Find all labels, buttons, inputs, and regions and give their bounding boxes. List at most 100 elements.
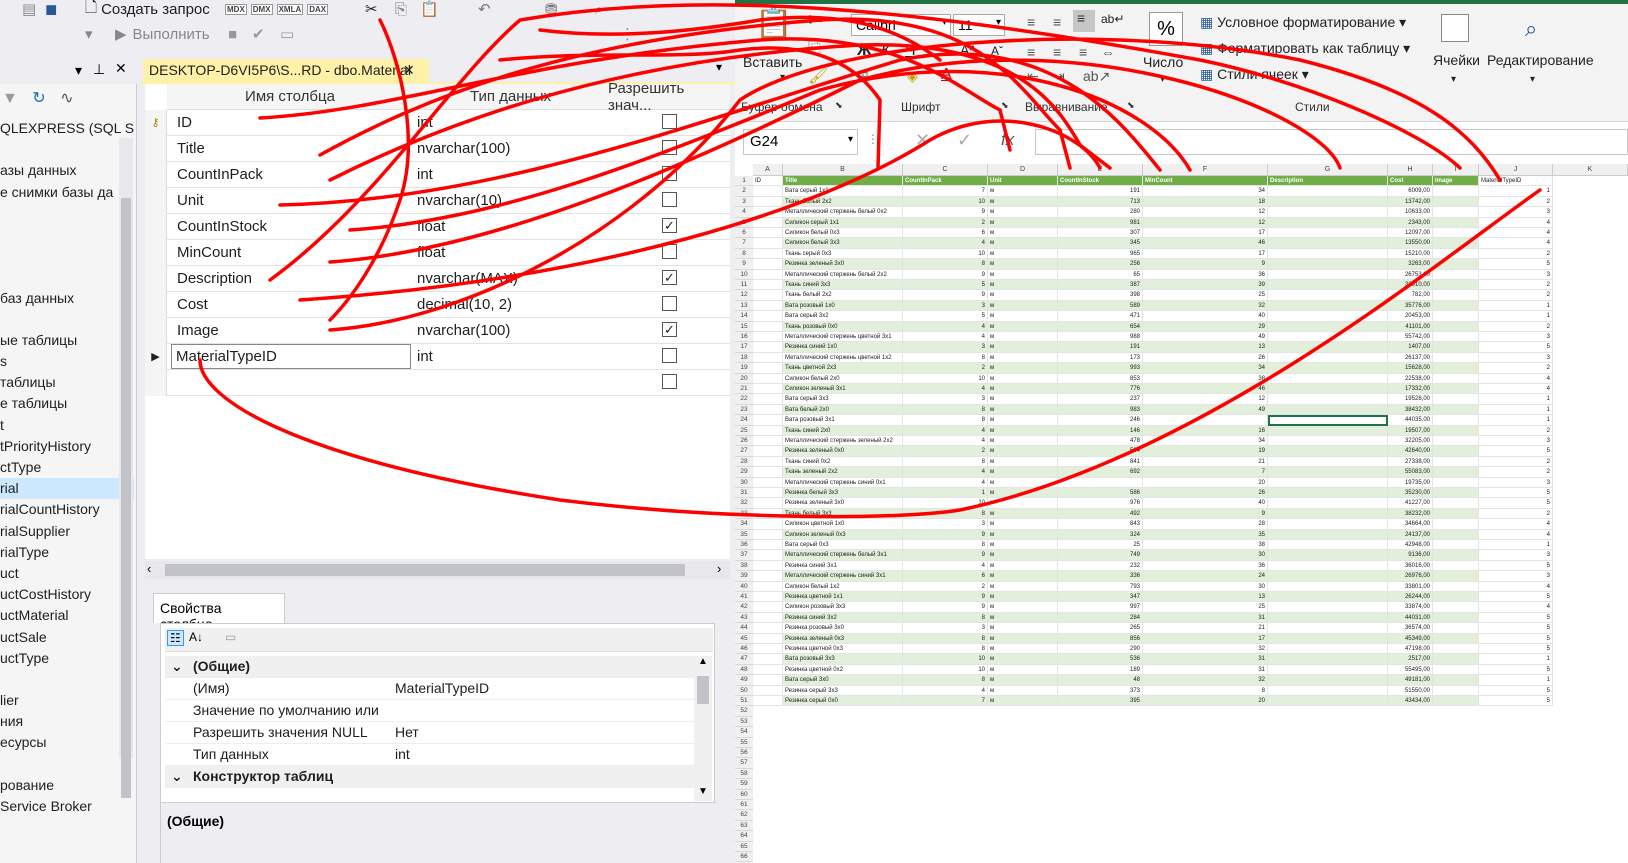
table-cell[interactable]: м	[988, 508, 1058, 520]
table-cell[interactable]	[753, 425, 783, 436]
active-cell[interactable]	[1268, 415, 1388, 426]
row-header[interactable]: 19	[735, 363, 753, 374]
table-cell[interactable]	[1433, 675, 1479, 686]
property-category[interactable]: ⌄ (Общие)	[165, 656, 700, 678]
table-cell[interactable]	[1433, 332, 1479, 343]
table-cell[interactable]: м	[988, 664, 1058, 676]
cut-icon[interactable]: ✂	[808, 10, 823, 31]
table-cell[interactable]: 191	[1058, 186, 1143, 197]
table-cell[interactable]: 10	[903, 196, 988, 208]
table-cell[interactable]	[1433, 415, 1479, 426]
designer-row[interactable]: CountInStock float ✓	[145, 214, 730, 240]
formula-input[interactable]	[1035, 129, 1628, 155]
table-cell[interactable]	[1433, 696, 1479, 707]
table-cell[interactable]	[1433, 529, 1479, 540]
table-cell[interactable]: Вата розовый 3х1	[783, 415, 903, 426]
collapse-icon[interactable]: ⌄	[171, 658, 183, 675]
table-cell[interactable]: 5	[1479, 696, 1553, 707]
table-cell[interactable]	[1433, 436, 1479, 447]
xmla-icon[interactable]: XMLA	[276, 3, 304, 15]
row-header[interactable]: 52	[735, 706, 753, 717]
table-cell[interactable]: Металлический стержень синий 3х1	[783, 571, 903, 582]
paste-icon[interactable]: 📋	[755, 6, 792, 41]
table-cell[interactable]	[1268, 342, 1388, 353]
table-cell[interactable]: 8	[903, 508, 988, 520]
editing-dropdown-icon[interactable]: ▾	[1530, 74, 1535, 85]
row-header[interactable]: 25	[735, 425, 753, 436]
collapse-icon[interactable]: ⌄	[171, 768, 183, 785]
table-cell[interactable]	[1268, 560, 1388, 572]
table-cell[interactable]	[1433, 508, 1479, 520]
table-cell[interactable]: 4	[903, 238, 988, 249]
row-header[interactable]: 2	[735, 186, 753, 197]
table-cell[interactable]: 5	[1479, 342, 1553, 353]
table-cell[interactable]	[1268, 363, 1388, 374]
row-header[interactable]: 56	[735, 748, 753, 759]
tree-node[interactable]: t	[0, 415, 134, 436]
table-cell[interactable]	[1433, 456, 1479, 468]
row-header[interactable]: 51	[735, 696, 753, 707]
tree-node[interactable]: есурсы	[0, 732, 134, 753]
table-cell[interactable]: 2343,00	[1388, 217, 1433, 228]
row-header[interactable]: 55	[735, 737, 753, 748]
confirm-entry-icon[interactable]: ✓	[957, 130, 972, 151]
table-cell[interactable]: 33874,00	[1388, 602, 1433, 613]
table-cell[interactable]: 39	[1143, 280, 1268, 291]
table-cell[interactable]	[1268, 404, 1388, 416]
table-cell[interactable]	[753, 602, 783, 613]
table-cell[interactable]: 42948,00	[1388, 540, 1433, 551]
table-cell[interactable]	[1268, 529, 1388, 540]
table-cell[interactable]: Металлический стержень белый 3х1	[783, 550, 903, 561]
number-button[interactable]: Число	[1143, 54, 1183, 70]
table-cell[interactable]: 853	[1058, 373, 1143, 384]
table-cell[interactable]	[753, 654, 783, 665]
table-cell[interactable]: м	[988, 550, 1058, 561]
table-cell[interactable]: Металлический стержень цветной 1х2	[783, 352, 903, 364]
allow-nulls-checkbox[interactable]	[662, 374, 677, 389]
table-cell[interactable]: 256	[1058, 259, 1143, 270]
table-cell[interactable]: 4	[1479, 238, 1553, 249]
table-cell[interactable]: 3	[1479, 352, 1553, 364]
column-name-cell[interactable]: MaterialTypeID	[171, 344, 411, 369]
table-cell[interactable]: 9	[903, 529, 988, 540]
property-row[interactable]: Тип данных int	[165, 744, 700, 766]
table-cell[interactable]: Резинка цветной 1х1	[783, 592, 903, 603]
table-cell[interactable]: 32910,00	[1388, 280, 1433, 291]
table-cell[interactable]	[1433, 404, 1479, 416]
table-cell[interactable]: 46	[1143, 384, 1268, 395]
table-cell[interactable]	[1268, 280, 1388, 291]
tree-node[interactable]: ые таблицы	[0, 330, 134, 351]
table-cell[interactable]: 29	[1143, 321, 1268, 332]
table-cell[interactable]: 4	[903, 384, 988, 395]
tree-node[interactable]	[0, 224, 134, 245]
designer-row[interactable]: Title nvarchar(100)	[145, 136, 730, 162]
table-cell[interactable]	[753, 498, 783, 509]
row-header[interactable]: 58	[735, 768, 753, 780]
table-cell[interactable]: 46	[1143, 238, 1268, 249]
row-header[interactable]: 26	[735, 436, 753, 447]
table-cell[interactable]: Ткань белый 3х3	[783, 508, 903, 520]
table-cell[interactable]: 27338,00	[1388, 456, 1433, 468]
tree-node[interactable]: рование	[0, 775, 134, 796]
table-cell[interactable]: Резинка синий 3х2	[783, 612, 903, 624]
row-header[interactable]: 1	[735, 176, 753, 187]
debug-icon[interactable]: ▭	[280, 22, 294, 46]
table-cell[interactable]	[753, 633, 783, 644]
table-cell[interactable]	[1433, 602, 1479, 613]
row-header[interactable]: 16	[735, 332, 753, 343]
row-header[interactable]: 22	[735, 394, 753, 405]
table-cell[interactable]	[1268, 300, 1388, 312]
table-cell[interactable]: 26137,00	[1388, 352, 1433, 364]
designer-hscroll[interactable]: ‹ ›	[145, 561, 730, 579]
table-cell[interactable]: 28	[1143, 519, 1268, 530]
save-icon[interactable]: ▤	[22, 0, 36, 18]
column-header[interactable]: D	[988, 164, 1058, 176]
column-name-header[interactable]: Имя столбца	[167, 84, 413, 110]
table-cell[interactable]: Силикон зеленый 0х3	[783, 529, 903, 540]
table-cell[interactable]	[753, 300, 783, 312]
table-cell[interactable]: м	[988, 498, 1058, 509]
table-cell[interactable]: 25	[1058, 540, 1143, 551]
column-header[interactable]: K	[1553, 164, 1628, 176]
column-name-cell[interactable]: CountInPack	[177, 166, 263, 183]
table-cell[interactable]: Ткань синий 2х0	[783, 425, 903, 436]
